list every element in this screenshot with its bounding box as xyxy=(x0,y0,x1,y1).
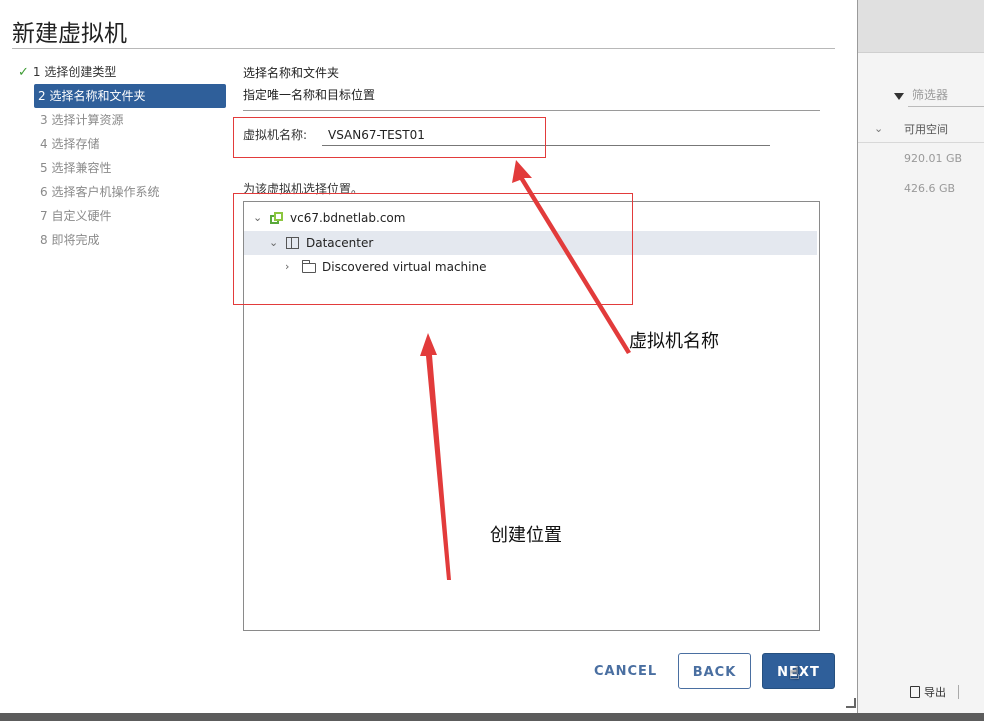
step-item-2[interactable]: 2 选择名称和文件夹 xyxy=(34,84,226,108)
cancel-button[interactable]: CANCEL xyxy=(588,653,660,689)
checkmark-icon: ✓ xyxy=(18,65,29,80)
step-label: 8 即将完成 xyxy=(40,233,100,247)
resize-handle[interactable] xyxy=(846,698,856,708)
step-item-7: 7 自定义硬件 xyxy=(18,204,226,228)
step-item-3: 3 选择计算资源 xyxy=(18,108,226,132)
divider xyxy=(243,110,820,111)
annotation-box-location xyxy=(233,193,633,305)
filter-underline xyxy=(908,106,984,107)
step-item-6: 6 选择客户机操作系统 xyxy=(18,180,226,204)
step-item-5: 5 选择兼容性 xyxy=(18,156,226,180)
export-label: 导出 xyxy=(924,686,946,699)
hand-cursor-icon: ☝ xyxy=(789,663,800,684)
chevron-down-icon: ⌄ xyxy=(874,122,884,135)
wizard-steps: ✓ 1 选择创建类型 2 选择名称和文件夹 3 选择计算资源 4 选择存储 5 选… xyxy=(18,60,226,252)
annotation-vm-name: 虚拟机名称 xyxy=(629,331,719,352)
step-item-1[interactable]: ✓ 1 选择创建类型 xyxy=(18,60,226,84)
step-label: 7 自定义硬件 xyxy=(40,209,112,223)
divider xyxy=(958,685,959,699)
background-row-value: 426.6 GB xyxy=(904,182,956,195)
new-vm-dialog: 新建虚拟机 ✓ 1 选择创建类型 2 选择名称和文件夹 3 选择计算资源 4 选择… xyxy=(0,0,858,713)
annotation-location: 创建位置 xyxy=(490,525,562,546)
column-header-label: 可用空间 xyxy=(904,123,948,136)
divider xyxy=(12,48,835,49)
filter-icon xyxy=(894,93,904,100)
background-row-value: 920.01 GB xyxy=(904,152,963,165)
taskbar-strip xyxy=(0,713,984,721)
page-heading: 选择名称和文件夹 xyxy=(243,66,340,80)
step-label: 3 选择计算资源 xyxy=(40,113,124,127)
step-item-8: 8 即将完成 xyxy=(18,228,226,252)
back-button[interactable]: BACK xyxy=(678,653,751,689)
export-button[interactable]: 导出 xyxy=(910,684,959,700)
step-label: 4 选择存储 xyxy=(40,137,100,151)
export-icon xyxy=(910,686,920,698)
step-label: 2 选择名称和文件夹 xyxy=(38,89,146,103)
step-label: 5 选择兼容性 xyxy=(40,161,112,175)
step-item-4: 4 选择存储 xyxy=(18,132,226,156)
step-label: 6 选择客户机操作系统 xyxy=(40,185,160,199)
background-filter[interactable]: 筛选器 xyxy=(894,86,948,103)
step-label: 1 选择创建类型 xyxy=(32,65,117,79)
annotation-box-name xyxy=(233,117,546,158)
dialog-title: 新建虚拟机 xyxy=(12,21,127,47)
filter-placeholder: 筛选器 xyxy=(912,88,949,102)
page-subheading: 指定唯一名称和目标位置 xyxy=(243,88,376,102)
